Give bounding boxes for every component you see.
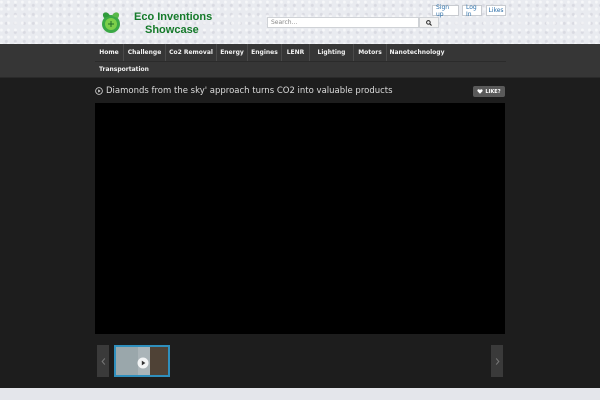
chevron-right-icon <box>495 357 500 365</box>
nav-item-motors[interactable]: Motors <box>354 44 387 61</box>
video-player[interactable] <box>95 103 505 334</box>
site-header: Eco Inventions Showcase Search... Sign u… <box>0 0 600 44</box>
like-button[interactable]: LIKE? <box>473 86 505 97</box>
footer-strip <box>0 388 600 400</box>
thumbnail-image <box>116 347 138 375</box>
likes-button[interactable]: Likes <box>486 5 506 16</box>
nav-item-transportation[interactable]: Transportation <box>95 61 153 78</box>
nav-divider <box>95 61 506 62</box>
play-circle-icon <box>95 87 103 95</box>
nav-item-nanotechnology[interactable]: Nanotechnology <box>387 44 447 61</box>
signup-button[interactable]: Sign up <box>432 4 459 18</box>
like-label: LIKE? <box>485 88 501 95</box>
logo-text-line2: Showcase <box>145 24 199 36</box>
search-icon <box>426 19 432 26</box>
play-icon <box>137 357 149 369</box>
search-button[interactable] <box>419 17 439 28</box>
nav-item-co2-removal[interactable]: Co2 Removal <box>166 44 217 61</box>
main-nav: Home Challenge Co2 Removal Energy Engine… <box>0 44 600 78</box>
nav-item-lenr[interactable]: LENR <box>282 44 310 61</box>
nav-item-engines[interactable]: Engines <box>248 44 282 61</box>
video-thumbnail[interactable] <box>114 345 170 377</box>
video-title-row: Diamonds from the sky' approach turns CO… <box>95 86 505 98</box>
thumbnail-image <box>150 347 168 375</box>
leaf-globe-icon <box>102 12 120 33</box>
nav-item-home[interactable]: Home <box>95 44 124 61</box>
chevron-left-icon <box>100 357 105 365</box>
login-button[interactable]: Log In <box>462 4 482 18</box>
site-logo[interactable]: Eco Inventions Showcase <box>98 8 212 38</box>
heart-icon <box>477 89 483 94</box>
search-input[interactable]: Search... <box>267 17 419 28</box>
nav-item-energy[interactable]: Energy <box>217 44 248 61</box>
carousel-prev-button[interactable] <box>97 345 109 377</box>
nav-item-lighting[interactable]: Lighting <box>310 44 354 61</box>
video-title: Diamonds from the sky' approach turns CO… <box>106 86 393 96</box>
logo-text-line1: Eco Inventions <box>134 11 213 23</box>
nav-item-challenge[interactable]: Challenge <box>124 44 166 61</box>
carousel-next-button[interactable] <box>491 345 503 377</box>
